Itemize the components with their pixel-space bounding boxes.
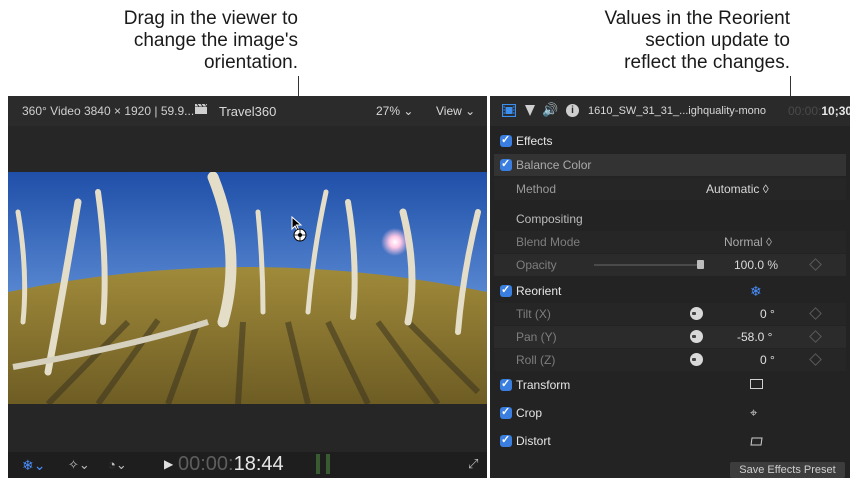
play-icon[interactable]: ▶ xyxy=(164,457,173,471)
transform-onscreen-icon[interactable] xyxy=(750,379,763,389)
timecode-dim: 00:00: xyxy=(178,453,234,475)
format-label: 360° Video 3840 × 1920 | 59.9... xyxy=(22,104,195,118)
crop-onscreen-icon[interactable]: ⌖ xyxy=(750,405,757,421)
tilt-row: Tilt (X) 0 ° xyxy=(494,303,846,325)
video-inspector-icon[interactable] xyxy=(501,103,517,120)
reorient-row[interactable]: Reorient ❄ xyxy=(494,280,846,302)
crop-checkbox[interactable] xyxy=(500,405,512,419)
effects-checkbox[interactable] xyxy=(500,133,512,147)
distort-onscreen-icon[interactable] xyxy=(750,435,763,449)
inspector-timecode-dim: 00:00: xyxy=(788,104,822,118)
blend-mode-popup[interactable]: Normal ◊ xyxy=(724,235,772,249)
reorient-menu-icon[interactable]: ❄⌄ xyxy=(22,457,45,474)
audio-meter xyxy=(316,454,320,474)
pan-dial[interactable] xyxy=(690,330,703,343)
pan-value[interactable]: -58.0 ° xyxy=(737,330,772,344)
clapperboard-icon xyxy=(194,103,208,118)
roll-keyframe-icon[interactable] xyxy=(809,353,822,366)
blend-mode-label: Blend Mode xyxy=(516,235,581,249)
method-row: Method Automatic ◊ xyxy=(494,178,846,200)
tilt-value[interactable]: 0 ° xyxy=(760,307,775,321)
distort-row[interactable]: Distort xyxy=(494,430,846,452)
compositing-row[interactable]: Compositing xyxy=(494,208,846,230)
reorient-onscreen-icon[interactable]: ❄ xyxy=(750,283,762,300)
reorient-cursor-icon xyxy=(293,228,307,247)
tilt-label: Tilt (X) xyxy=(516,307,551,321)
method-label: Method xyxy=(516,182,557,196)
opacity-row: Opacity 100.0 % xyxy=(494,254,846,276)
crop-row[interactable]: Crop ⌖ xyxy=(494,402,846,424)
opacity-slider-knob[interactable] xyxy=(697,260,704,269)
transform-checkbox[interactable] xyxy=(500,377,512,391)
transform-tools-icon[interactable]: ✧⌄ xyxy=(68,457,90,473)
tilt-dial[interactable] xyxy=(690,307,703,320)
opacity-label: Opacity xyxy=(516,258,557,272)
viewer-toolbar: 360° Video 3840 × 1920 | 59.9... Travel3… xyxy=(8,96,487,126)
audio-meter-right xyxy=(326,454,330,474)
distort-label: Distort xyxy=(516,434,551,448)
viewer[interactable]: 360° Video 3840 × 1920 | 59.9... Travel3… xyxy=(8,96,487,478)
opacity-value[interactable]: 100.0 % xyxy=(734,258,778,272)
timecode-value: 18:44 xyxy=(233,453,284,475)
distort-checkbox[interactable] xyxy=(500,433,512,447)
compositing-label: Compositing xyxy=(516,212,583,226)
viewer-timecode: 00:00:18:44 xyxy=(178,453,284,476)
effects-header: Effects xyxy=(516,134,553,148)
video-inspector: 🔊 i 1610_SW_31_31_...ighquality-mono 00:… xyxy=(490,96,850,478)
inspector-header: 🔊 i 1610_SW_31_31_...ighquality-mono 00:… xyxy=(490,96,850,126)
viewer-transport-bar: ❄⌄ ✧⌄ ◔⌄ ▶ 00:00:18:44 ⤢ xyxy=(8,452,487,478)
roll-dial[interactable] xyxy=(690,353,703,366)
color-inspector-icon[interactable] xyxy=(524,104,536,120)
equirectangular-image[interactable] xyxy=(8,172,487,404)
reorient-label: Reorient xyxy=(516,284,562,298)
reorient-checkbox[interactable] xyxy=(500,283,512,297)
pan-row: Pan (Y) -58.0 ° xyxy=(494,326,846,348)
tilt-keyframe-icon[interactable] xyxy=(809,307,822,320)
inspector-timecode-value: 10;30 xyxy=(821,104,850,118)
callout-drag-viewer: Drag in the viewer to change the image's… xyxy=(123,8,298,73)
speed-icon[interactable]: ◔⌄ xyxy=(108,457,127,473)
method-popup[interactable]: Automatic ◊ xyxy=(706,182,769,196)
blend-mode-row: Blend Mode Normal ◊ xyxy=(494,231,846,253)
transform-label: Transform xyxy=(516,378,571,392)
fullscreen-icon[interactable]: ⤢ xyxy=(468,456,478,472)
balance-color-label: Balance Color xyxy=(516,158,592,172)
project-name: Travel360 xyxy=(219,104,277,119)
transform-row[interactable]: Transform xyxy=(494,374,846,396)
info-inspector-icon[interactable]: i xyxy=(566,104,579,117)
balance-color-row[interactable]: Balance Color xyxy=(494,154,846,176)
balance-color-checkbox[interactable] xyxy=(500,157,512,171)
zoom-menu[interactable]: 27% ⌄ xyxy=(376,104,413,118)
save-effects-preset-button[interactable]: Save Effects Preset xyxy=(730,462,845,478)
callout-reorient-values: Values in the Reorient section update to… xyxy=(604,8,790,73)
roll-label: Roll (Z) xyxy=(516,353,556,367)
pan-keyframe-icon[interactable] xyxy=(809,330,822,343)
crop-label: Crop xyxy=(516,406,543,420)
clip-name: 1610_SW_31_31_...ighquality-mono xyxy=(588,105,766,117)
effects-header-row[interactable]: Effects xyxy=(494,130,846,152)
opacity-keyframe-icon[interactable] xyxy=(809,258,822,271)
roll-row: Roll (Z) 0 ° xyxy=(494,349,846,371)
roll-value[interactable]: 0 ° xyxy=(760,353,775,367)
inspector-timecode: 00:00:10;30 xyxy=(788,104,850,118)
pan-label: Pan (Y) xyxy=(516,330,557,344)
view-menu[interactable]: View ⌄ xyxy=(436,104,475,118)
opacity-slider-track[interactable] xyxy=(594,260,704,269)
audio-inspector-icon[interactable]: 🔊 xyxy=(542,102,558,118)
